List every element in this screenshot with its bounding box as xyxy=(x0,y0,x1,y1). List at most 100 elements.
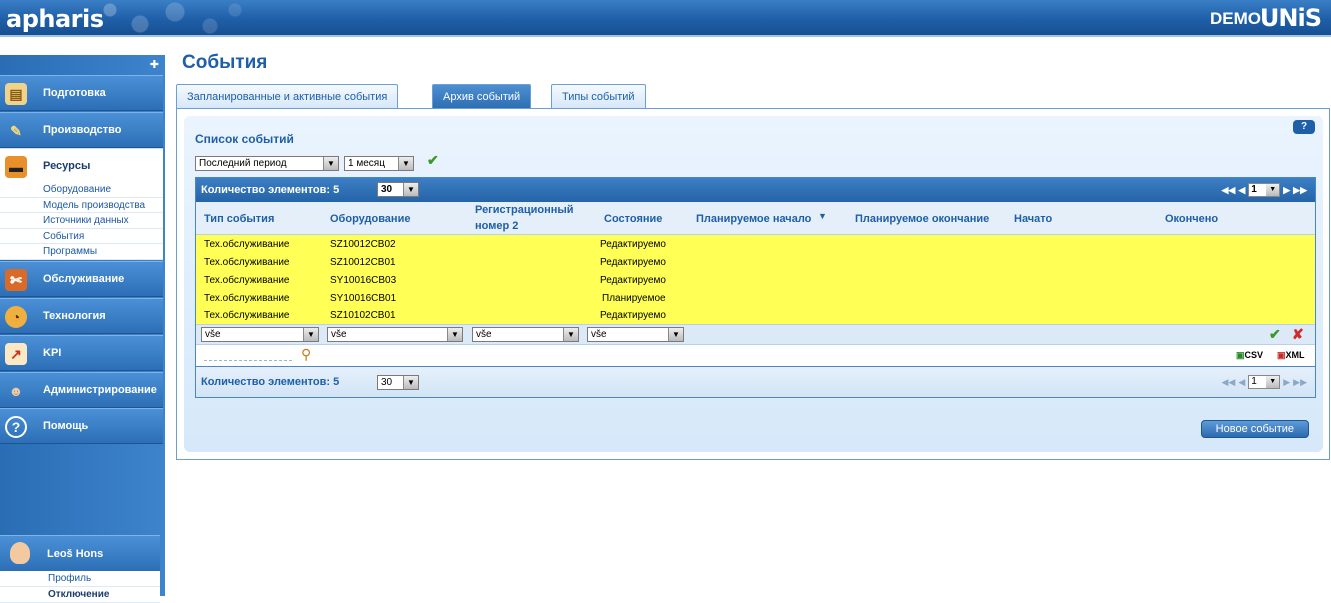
table-row[interactable]: Тех.обслуживание SZ10102CB01 Редактируем… xyxy=(196,306,1315,324)
first-page-icon[interactable]: ◀◀ xyxy=(1221,185,1235,196)
page-title: События xyxy=(182,52,268,73)
last-page-icon[interactable]: ▶▶ xyxy=(1293,377,1307,388)
subnav-item-programs[interactable]: Программы xyxy=(0,244,163,260)
last-page-icon[interactable]: ▶▶ xyxy=(1293,185,1307,196)
col-started[interactable]: Начато xyxy=(1014,213,1052,225)
events-table: Количество элементов: 5 30 ▼ ◀◀ ◀ 1 ▼ ▶ ▶… xyxy=(195,177,1316,398)
avatar xyxy=(10,542,30,564)
users-icon: ☻ xyxy=(8,383,24,399)
prev-page-icon[interactable]: ◀ xyxy=(1238,185,1245,196)
filter-equipment[interactable]: vše ▼ xyxy=(327,327,463,342)
sidebar-item-resources[interactable]: ▬ Ресурсы xyxy=(0,148,163,184)
duration-select[interactable]: 1 месяц ▼ xyxy=(344,156,414,171)
sidebar-item-label: Производство xyxy=(43,124,122,136)
filter-value: vše xyxy=(476,329,492,340)
chart-icon: ↗ xyxy=(5,343,27,365)
subnav-item-production-model[interactable]: Модель производства xyxy=(0,198,163,213)
cell-event-type: Тех.обслуживание xyxy=(204,293,290,304)
help-button[interactable]: ? xyxy=(1293,120,1315,134)
tab-archive[interactable]: Архив событий xyxy=(432,84,532,109)
table-row[interactable]: Тех.обслуживание SY10016CB03 Редактируем… xyxy=(196,271,1315,289)
sidebar-item-label: Подготовка xyxy=(43,87,106,99)
cell-event-type: Тех.обслуживание xyxy=(204,310,290,321)
apply-filters-check-icon[interactable]: ✔ xyxy=(1269,326,1281,343)
profile-link[interactable]: Профиль xyxy=(0,571,160,587)
per-page-select-footer[interactable]: 30 ▼ xyxy=(377,375,419,390)
sidebar-item-preparation[interactable]: ▤ Подготовка xyxy=(0,75,163,111)
prev-page-icon[interactable]: ◀ xyxy=(1238,377,1245,388)
col-finished[interactable]: Окончено xyxy=(1165,213,1218,225)
item-count-footer: Количество элементов: 5 xyxy=(201,376,340,388)
table-row[interactable]: Тех.обслуживание SY10016CB01 Планируемое xyxy=(196,289,1315,307)
list-title: Список событий xyxy=(195,132,294,146)
filter-event-type[interactable]: vše ▼ xyxy=(201,327,319,342)
clear-filters-icon[interactable]: ✘ xyxy=(1292,326,1304,343)
subnav-item-events[interactable]: События xyxy=(0,229,163,244)
export-xml-label: XML xyxy=(1285,350,1305,360)
cell-state: Редактируемо xyxy=(600,239,666,250)
period-select[interactable]: Последний период ▼ xyxy=(195,156,339,171)
pager: ◀◀ ◀ 1 ▼ ▶ ▶▶ xyxy=(1221,183,1307,197)
user-links: Профиль Отключение xyxy=(0,571,160,603)
sidebar-item-maintenance[interactable]: ✄ Обслуживание xyxy=(0,261,163,297)
export-csv-button[interactable]: ▣CSV xyxy=(1236,350,1263,361)
page-number: 1 xyxy=(1251,184,1257,195)
filter-registration[interactable]: vše ▼ xyxy=(472,327,579,342)
search-input[interactable] xyxy=(204,351,292,361)
sidebar-item-help[interactable]: ? Помощь xyxy=(0,408,163,444)
col-event-type[interactable]: Тип события xyxy=(204,213,274,225)
subnav-item-equipment[interactable]: Оборудование xyxy=(0,182,163,198)
new-event-button[interactable]: Новое событие xyxy=(1200,420,1309,438)
help-icon: ? xyxy=(5,416,27,438)
col-planned-start[interactable]: Планируемое начало xyxy=(696,213,811,225)
sidebar-item-technology[interactable]: ◔ Технология xyxy=(0,298,163,334)
sidebar-item-kpi[interactable]: ↗ KPI xyxy=(0,335,163,371)
cell-equipment: SY10016CB01 xyxy=(330,293,397,304)
chevron-down-icon: ▼ xyxy=(563,328,578,341)
cell-state: Редактируемо xyxy=(600,257,666,268)
col-state[interactable]: Состояние xyxy=(604,213,662,225)
col-registration[interactable]: Регистрационный xyxy=(475,204,574,216)
filter-state[interactable]: vše ▼ xyxy=(587,327,684,342)
page-number: 1 xyxy=(1251,376,1257,387)
sidebar-item-production[interactable]: ✎ Производство xyxy=(0,112,163,148)
truck-icon: ▬ xyxy=(5,156,27,178)
chevron-down-icon: ▼ xyxy=(398,157,413,170)
filter-row: vše ▼ vše ▼ vše ▼ vše ▼ ✔ ✘ xyxy=(196,324,1315,344)
user-box: Leoš Hons xyxy=(0,535,160,571)
tab-event-types[interactable]: Типы событий xyxy=(551,84,646,109)
sidebar-item-label: Ресурсы xyxy=(43,160,91,172)
table-row[interactable]: Тех.обслуживание SZ10012CB01 Редактируем… xyxy=(196,253,1315,271)
page-select[interactable]: 1 ▼ xyxy=(1248,183,1281,197)
sort-desc-icon: ▼ xyxy=(818,211,827,221)
logout-link[interactable]: Отключение xyxy=(0,587,160,603)
item-count: Количество элементов: 5 xyxy=(201,184,340,196)
app-logo[interactable]: apharis xyxy=(6,5,104,33)
cell-state: Редактируемо xyxy=(600,275,666,286)
apply-filter-check-icon[interactable]: ✔ xyxy=(427,152,439,169)
search-icon[interactable]: ⚲ xyxy=(301,346,311,363)
per-page-select[interactable]: 30 ▼ xyxy=(377,182,419,197)
tools-icon: ✎ xyxy=(10,122,22,139)
cell-state: Редактируемо xyxy=(600,310,666,321)
user-name: Leoš Hons xyxy=(47,548,104,560)
cell-event-type: Тех.обслуживание xyxy=(204,239,290,250)
col-equipment[interactable]: Оборудование xyxy=(330,213,410,225)
main-panel: ? Список событий Последний период ▼ 1 ме… xyxy=(176,108,1330,460)
tab-planned-active[interactable]: Запланированные и активные события xyxy=(176,84,399,109)
chevron-down-icon: ▼ xyxy=(1266,376,1280,388)
next-page-icon[interactable]: ▶ xyxy=(1283,377,1290,388)
next-page-icon[interactable]: ▶ xyxy=(1283,185,1290,196)
col-planned-end[interactable]: Планируемое окончание xyxy=(855,213,989,225)
table-row[interactable]: Тех.обслуживание SZ10012CB02 Редактируем… xyxy=(196,235,1315,253)
first-page-icon[interactable]: ◀◀ xyxy=(1221,377,1235,388)
page-select[interactable]: 1 ▼ xyxy=(1248,375,1281,389)
sidebar-item-label: Обслуживание xyxy=(43,273,125,285)
cell-state: Планируемое xyxy=(602,293,666,304)
pin-icon[interactable]: ✚ xyxy=(150,58,159,71)
export-xml-button[interactable]: ▣XML xyxy=(1277,350,1305,361)
sidebar-item-label: Помощь xyxy=(43,420,89,432)
sidebar-item-administration[interactable]: ☻ Администрирование xyxy=(0,372,163,408)
subnav-item-data-sources[interactable]: Источники данных xyxy=(0,213,163,229)
cell-equipment: SZ10012CB01 xyxy=(330,257,396,268)
